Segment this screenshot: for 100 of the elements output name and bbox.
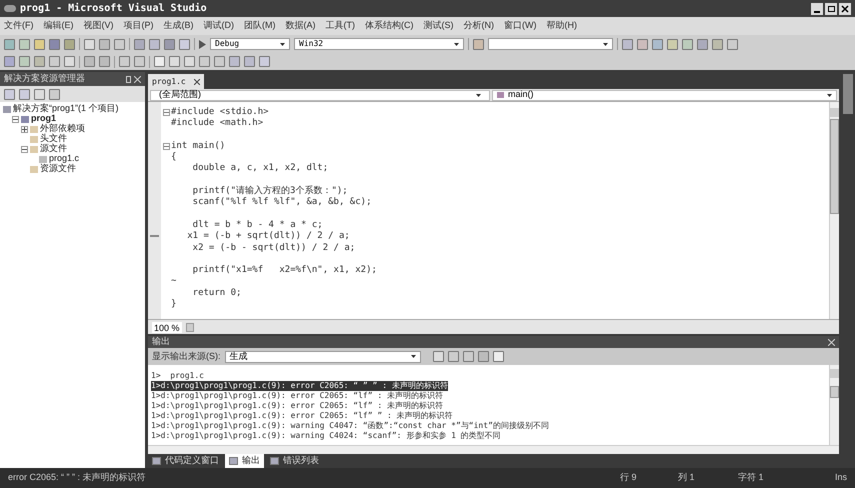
menu-item[interactable]: 视图(V) [84,19,114,33]
platform-dropdown[interactable]: Win32 [294,38,464,50]
toolbar-button[interactable] [712,38,723,50]
toolbar-button[interactable] [244,56,255,67]
toolbar-button[interactable] [478,351,488,362]
menu-item[interactable]: 窗口(W) [504,19,536,33]
toolbar-button[interactable] [199,56,210,67]
menu-item[interactable]: 测试(S) [424,19,454,33]
close-button[interactable] [839,2,851,14]
toolbar-button[interactable] [134,56,145,67]
expander-icon[interactable] [21,146,28,152]
menu-item[interactable]: 数据(A) [286,19,316,33]
output-source-dropdown[interactable]: 生成 [224,350,420,362]
toolbar-button[interactable] [214,56,225,67]
toolbar-button[interactable] [84,56,95,67]
horizontal-scrollbar[interactable] [148,445,839,454]
member-dropdown[interactable]: main() [492,90,837,100]
scope-dropdown[interactable]: (全局范围) [150,90,490,100]
minimize-button[interactable] [811,2,823,14]
configuration-dropdown[interactable]: Debug [210,38,290,50]
toolbar-button[interactable] [492,351,504,362]
output-line[interactable]: 1> prog1.c [151,371,204,381]
dropdown-caret-icon [280,42,285,46]
zoom-dropdown[interactable]: 100 % [152,322,182,332]
menu-item[interactable]: 分析(N) [464,19,494,33]
toolbar-button[interactable] [19,56,30,67]
menu-item[interactable]: 编辑(E) [44,19,74,33]
vertical-scrollbar[interactable] [829,102,839,319]
editor-tab[interactable]: prog1.c [148,74,204,89]
pin-icon[interactable] [126,76,131,82]
toolbar-button[interactable] [114,38,125,50]
collapse-icon[interactable] [162,109,170,116]
play-icon[interactable] [199,40,206,48]
toolbar-button[interactable] [64,38,75,50]
output-line[interactable]: 1>d:\prog1\prog1\prog1.c(9): error C2065: “lf” ” : 未声明的标识符 [151,411,453,421]
menu-item[interactable]: 调试(D) [204,19,234,33]
toolbar-button[interactable] [637,38,648,50]
toolbar-button[interactable] [99,56,110,67]
toolbar-button[interactable] [49,88,60,100]
toolbar-button[interactable] [99,38,110,50]
toolbar-button[interactable] [652,38,663,50]
toolbar-button[interactable] [19,38,30,50]
toolbar-button[interactable] [229,56,240,67]
panel-tab[interactable]: 代码定义窗口 [148,454,223,468]
tree-item[interactable]: 源文件 [40,142,67,156]
toolbar-button[interactable] [134,38,145,50]
find-dropdown[interactable] [488,38,613,50]
menu-item[interactable]: 帮助(H) [546,19,577,33]
toolbar-button[interactable] [34,38,45,50]
tree-item[interactable]: 资源文件 [40,162,76,176]
output-source-label: 显示输出来源(S): [152,350,220,363]
toolbar-button[interactable] [462,351,474,362]
toolbar-button[interactable] [49,38,60,50]
toolbar-button[interactable] [64,56,75,67]
expander-icon[interactable] [12,116,19,122]
toolbar-button[interactable] [682,38,693,50]
toolbar-button[interactable] [667,38,678,50]
panel-tab[interactable]: 输出 [225,454,264,468]
tree-item[interactable]: 解决方案“prog1”(1 个项目) [13,102,119,116]
toolbar-button[interactable] [49,56,60,67]
toolbar-button[interactable] [473,38,484,50]
toolbar-button[interactable] [4,88,15,100]
toolbar-button[interactable] [84,38,95,50]
maximize-button[interactable] [825,2,837,14]
menu-item[interactable]: 项目(P) [124,19,154,33]
toolbar-button[interactable] [19,88,30,100]
toolbar-button[interactable] [179,38,190,50]
panel-tab[interactable]: 错误列表 [266,454,323,468]
toolbar-button[interactable] [697,38,708,50]
toolbar-button[interactable] [448,351,458,362]
toolbar-button[interactable] [34,56,45,67]
vertical-scrollbar[interactable] [829,365,839,445]
toolbar-button[interactable] [164,38,175,50]
menu-item[interactable]: 文件(F) [4,19,34,33]
window-title: prog1 - Microsoft Visual Studio [20,2,207,16]
scroll-left-icon[interactable] [186,322,194,332]
output-line[interactable]: 1>d:\prog1\prog1\prog1.c(9): error C2065: “lf” : 未声明的标识符 [151,401,444,411]
toolbar-button[interactable] [432,351,444,362]
toolbar-button[interactable] [154,56,165,67]
toolbar-button[interactable] [149,38,160,50]
output-line[interactable]: 1>d:\prog1\prog1\prog1.c(9): error C2065: “lf” : 未声明的标识符 [151,391,444,401]
toolbar-button[interactable] [34,88,45,100]
menu-item[interactable]: 体系结构(C) [365,19,414,33]
collapse-icon[interactable] [162,143,170,150]
toolbar-button[interactable] [622,38,633,50]
code-line: double a, c, x1, x2, dlt; [192,163,328,175]
toolbar-button[interactable] [259,56,270,67]
menu-item[interactable]: 工具(T) [326,19,355,33]
expander-icon[interactable] [21,126,28,132]
toolbar-button[interactable] [4,38,15,50]
toolbar-button[interactable] [727,38,738,50]
output-line[interactable]: 1>d:\prog1\prog1\prog1.c(9): warning C4024: “scanf”: 形参和实参 1 的类型不同 [151,431,501,441]
toolbar-button[interactable] [4,56,15,67]
output-line[interactable]: 1>d:\prog1\prog1\prog1.c(9): warning C4047: “函数”:“const char *”与“int”的间接级别不同 [151,421,549,431]
close-icon[interactable] [194,78,200,84]
toolbar-button[interactable] [119,56,130,67]
menu-item[interactable]: 生成(B) [164,19,194,33]
toolbar-button[interactable] [169,56,180,67]
menu-item[interactable]: 团队(M) [244,19,276,33]
toolbar-button[interactable] [184,56,195,67]
